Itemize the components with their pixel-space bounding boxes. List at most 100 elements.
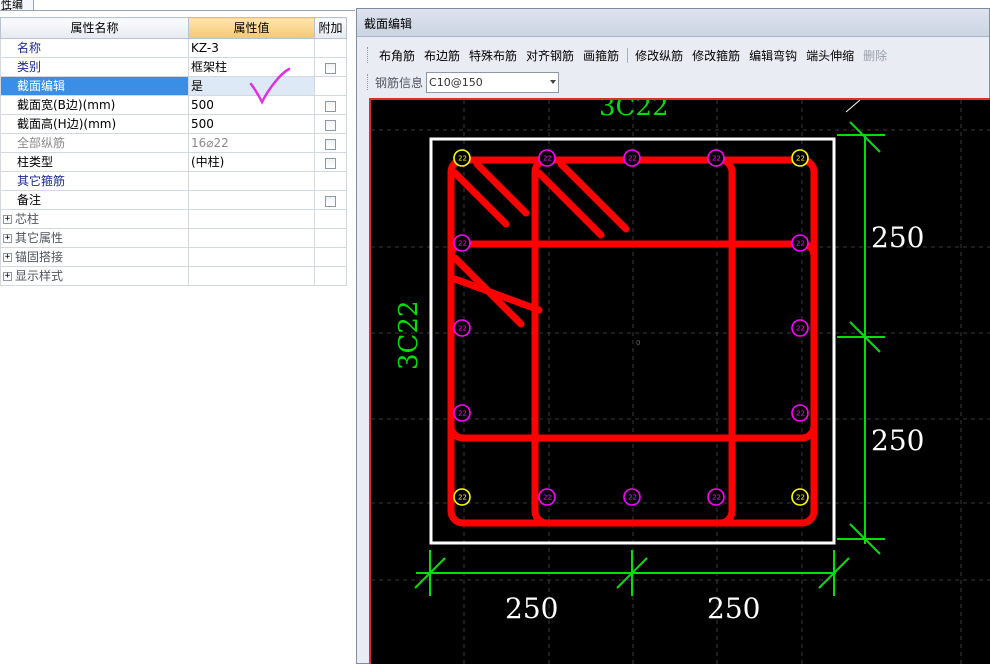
edit-hook-button[interactable]: 编辑弯钩 — [745, 47, 802, 64]
property-value[interactable] — [188, 171, 315, 191]
edit-longitudinal-rebar-button[interactable]: 修改纵筋 — [631, 47, 688, 64]
toolbar-separator — [627, 47, 629, 63]
rebar-info-value: C10@150 — [429, 75, 483, 89]
rebar-diameter-label: 22 — [796, 240, 805, 248]
center-label: 0 — [636, 339, 640, 347]
group-name[interactable]: + 芯柱 — [0, 209, 189, 229]
property-name: 截面编辑 — [0, 76, 189, 96]
section-editor-window: 截面编辑 布角筋 布边筋 特殊布筋 对齐钢筋 画箍筋 修改纵筋 修改箍筋 编辑弯… — [356, 8, 990, 664]
property-add-cell — [314, 57, 347, 77]
property-row-height[interactable]: 截面高(H边)(mm) 500 — [0, 114, 347, 134]
right-dim-lower[interactable]: 250 — [871, 424, 924, 457]
rebar-diameter-label: 22 — [458, 494, 467, 502]
property-value[interactable] — [188, 190, 315, 210]
property-add-cell — [314, 171, 347, 191]
longitudinal-bars[interactable]: 22 22 22 22 22 22 22 22 22 22 22 22 22 22 22 22 — [453, 149, 809, 506]
group-value — [188, 209, 315, 229]
property-value[interactable]: KZ-3 — [188, 38, 315, 58]
property-name: 截面高(H边)(mm) — [0, 114, 189, 134]
property-row-column-type[interactable]: 柱类型 (中柱) — [0, 152, 347, 172]
section-drawing-canvas[interactable]: 22 22 22 22 22 22 22 22 22 22 22 22 22 22 22 22 0 3C22 … — [369, 98, 990, 664]
special-rebar-button[interactable]: 特殊布筋 — [465, 47, 522, 64]
edit-stirrup-button[interactable]: 修改箍筋 — [688, 47, 745, 64]
property-row-remark[interactable]: 备注 — [0, 190, 347, 210]
property-add-cell — [314, 190, 347, 210]
group-row-anchorage[interactable]: + 锚固搭接 — [0, 247, 347, 267]
rebar-info-dropdown[interactable]: C10@150 — [426, 71, 560, 93]
rebar-diameter-label: 22 — [712, 155, 721, 163]
group-row-other-properties[interactable]: + 其它属性 — [0, 228, 347, 248]
add-checkbox[interactable] — [325, 62, 336, 74]
bottom-dim-left[interactable]: 250 — [505, 592, 558, 625]
rebar-diameter-label: 22 — [796, 410, 805, 418]
right-dimension[interactable] — [837, 121, 885, 555]
section-drawing[interactable]: 22 22 22 22 2222 2222 2222 2222 22 22 22 22 0 3C22 … — [371, 100, 990, 664]
add-checkbox[interactable] — [325, 157, 336, 169]
rebar-diameter-label: 22 — [458, 325, 467, 333]
add-checkbox[interactable] — [325, 195, 336, 207]
property-name: 其它箍筋 — [0, 171, 189, 191]
top-rebar-label[interactable]: 3C22 — [599, 100, 669, 122]
expand-plus-icon[interactable]: + — [3, 271, 12, 281]
right-dim-upper[interactable]: 250 — [871, 221, 924, 254]
expand-plus-icon[interactable]: + — [3, 233, 12, 243]
group-row-display-style[interactable]: + 显示样式 — [0, 266, 347, 286]
group-label: 其它属性 — [15, 230, 64, 245]
expand-plus-icon[interactable]: + — [3, 252, 12, 262]
handwritten-check-annotation — [249, 67, 291, 105]
property-value[interactable]: (中柱) — [188, 152, 315, 172]
property-value: 16⌀22 — [188, 133, 315, 153]
left-rebar-label[interactable]: 3C22 — [394, 300, 424, 370]
rebar-diameter-label: 22 — [543, 155, 552, 163]
property-name: 截面宽(B边)(mm) — [0, 95, 189, 115]
place-side-rebar-button[interactable]: 布边筋 — [420, 47, 465, 64]
group-name[interactable]: + 显示样式 — [0, 266, 189, 286]
align-rebar-button[interactable]: 对齐钢筋 — [522, 47, 579, 64]
bottom-dimension[interactable] — [414, 550, 850, 596]
property-add-cell — [314, 95, 347, 115]
rebar-diameter-label: 22 — [712, 494, 721, 502]
rebar-diameter-label: 22 — [628, 494, 637, 502]
header-value[interactable]: 属性值 — [188, 17, 315, 39]
group-value — [188, 247, 315, 267]
group-row-core-column[interactable]: + 芯柱 — [0, 209, 347, 229]
place-corner-rebar-button[interactable]: 布角筋 — [375, 47, 420, 64]
rebar-diameter-label: 22 — [543, 494, 552, 502]
dropdown-arrow-icon[interactable] — [550, 79, 557, 84]
delete-button[interactable]: 删除 — [859, 47, 892, 64]
group-add-cell — [314, 228, 347, 248]
bottom-dim-right[interactable]: 250 — [707, 592, 760, 625]
group-name[interactable]: + 锚固搭接 — [0, 247, 189, 267]
property-value-text: 是 — [191, 78, 204, 93]
toolbar-grip[interactable] — [367, 74, 370, 90]
rebar-diameter-label: 22 — [458, 410, 467, 418]
property-add-cell — [314, 152, 347, 172]
app-root: 性编辑 属性名称 属性值 附加 名称 KZ-3 类别 框架柱 截面编辑 — [0, 0, 990, 664]
group-label: 显示样式 — [15, 268, 64, 283]
property-name: 备注 — [0, 190, 189, 210]
property-panel-tab[interactable]: 性编辑 — [0, 0, 34, 11]
rebar-diameter-label: 22 — [458, 155, 467, 163]
add-checkbox[interactable] — [325, 138, 336, 150]
group-value — [188, 228, 315, 248]
add-checkbox[interactable] — [325, 119, 336, 131]
property-row-all-rebar[interactable]: 全部纵筋 16⌀22 — [0, 133, 347, 153]
group-add-cell — [314, 209, 347, 229]
rebar-diameter-label: 22 — [796, 155, 805, 163]
property-table-header: 属性名称 属性值 附加 — [0, 17, 347, 39]
end-extension-button[interactable]: 端头伸缩 — [802, 47, 859, 64]
group-name[interactable]: + 其它属性 — [0, 228, 189, 248]
property-row-name[interactable]: 名称 KZ-3 — [0, 38, 347, 58]
expand-plus-icon[interactable]: + — [3, 214, 12, 224]
rebar-diameter-label: 22 — [796, 494, 805, 502]
add-checkbox[interactable] — [325, 100, 336, 112]
header-name[interactable]: 属性名称 — [0, 17, 189, 39]
toolbar-grip[interactable] — [367, 47, 370, 63]
header-add[interactable]: 附加 — [314, 17, 347, 39]
draw-stirrup-button[interactable]: 画箍筋 — [579, 47, 624, 64]
property-value[interactable]: 500 — [188, 114, 315, 134]
leader-line — [845, 100, 861, 113]
property-row-other-stirrup[interactable]: 其它箍筋 — [0, 171, 347, 191]
property-add-cell — [314, 76, 347, 96]
rebar-info-label: 钢筋信息 — [375, 75, 424, 90]
